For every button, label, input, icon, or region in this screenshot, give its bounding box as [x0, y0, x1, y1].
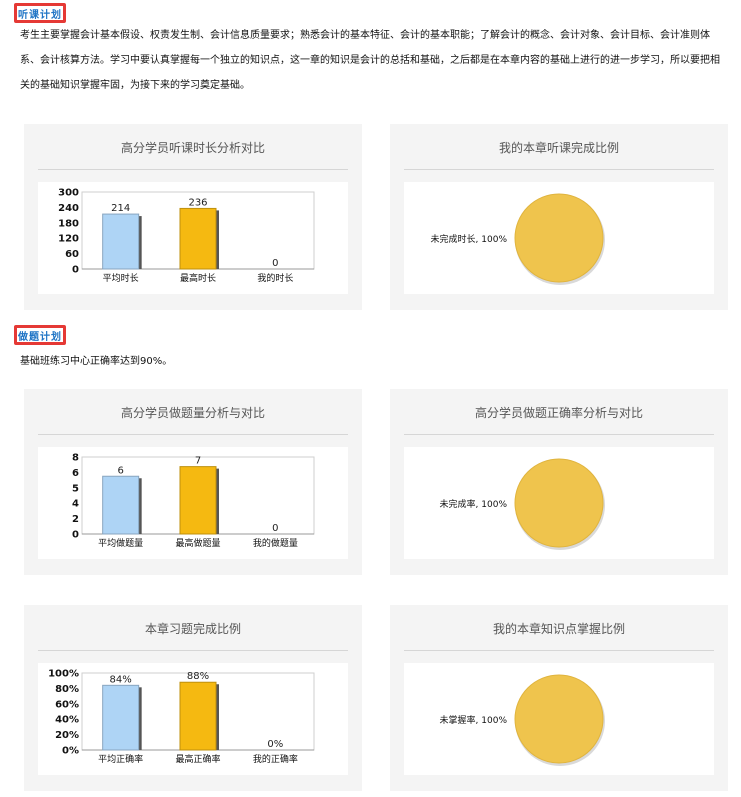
y-tick-label: 80%	[55, 684, 79, 695]
bar-chart-questions: 8 6 5 4 2 0 6 平均做题量 7 最高做题量 0 我的做题量	[72, 453, 315, 549]
data-label: 214	[111, 203, 130, 214]
panel-divider	[404, 434, 714, 435]
pie-label: 未完成率, 100%	[440, 498, 508, 510]
listen-plan-description: 考生主要掌握会计基本假设、权责发生制、会计信息质量要求；熟悉会计的基本特征、会计…	[20, 30, 720, 91]
panel-divider	[38, 434, 348, 435]
y-tick-label: 60	[65, 249, 79, 260]
y-tick-label: 6	[72, 468, 79, 479]
data-label: 236	[188, 197, 207, 208]
x-tick-label: 最高做题量	[175, 537, 220, 549]
panel-title: 高分学员听课时长分析对比	[120, 140, 265, 155]
practice-plan-tag: 做题计划	[14, 325, 66, 345]
y-tick-label: 0%	[62, 746, 79, 757]
x-tick-label: 平均时长	[103, 272, 139, 284]
bar	[179, 681, 217, 751]
x-tick-label: 我的做题量	[253, 537, 298, 549]
bar-chart-box: 300 240 180 120 60 0 214 平均时长 236 最高时长 0 我的时长	[38, 182, 348, 294]
x-tick-label: 最高正确率	[175, 753, 220, 765]
panel-exercise-completion: 本章习题完成比例 100% 80% 60% 40% 20% 0% 84% 平均正确率 88% 最高…	[24, 605, 362, 791]
y-tick-label: 120	[58, 234, 79, 245]
data-label: 0	[272, 523, 278, 534]
y-tick-label: 20%	[55, 730, 79, 741]
panel-title: 本章习题完成比例	[144, 621, 241, 636]
pie-slice	[514, 458, 604, 548]
panel-divider	[404, 650, 714, 651]
practice-plan-description: 基础班练习中心正确率达到90%。	[20, 356, 173, 367]
x-tick-label: 最高时长	[180, 272, 216, 284]
pie-label: 未完成时长, 100%	[431, 233, 508, 245]
y-tick-label: 180	[58, 218, 79, 229]
panel-listen-duration: 高分学员听课时长分析对比 300 240 180 120 60 0 214 平均时长 236 最高…	[24, 124, 362, 310]
panel-title: 我的本章知识点掌握比例	[492, 621, 625, 636]
panel-divider	[404, 169, 714, 170]
y-tick-label: 100%	[48, 669, 79, 680]
bar	[102, 213, 140, 270]
y-tick-label: 60%	[55, 699, 79, 710]
bar-chart-box: 100% 80% 60% 40% 20% 0% 84% 平均正确率 88% 最高正确率 0% 我的正确…	[38, 663, 348, 775]
data-label: 88%	[187, 671, 209, 682]
bar-chart-box: 8 6 5 4 2 0 6 平均做题量 7 最高做题量 0 我的做题量	[38, 447, 348, 559]
pie-chart-mastery: 未掌握率, 100%	[440, 674, 605, 766]
pie-label: 未掌握率, 100%	[440, 714, 508, 726]
bar	[102, 475, 140, 535]
y-tick-label: 8	[72, 453, 79, 464]
y-tick-label: 5	[72, 483, 79, 494]
panel-question-count: 高分学员做题量分析与对比 8 6 5 4 2 0 6 平均做题量 7 最高做题量 0 我的做题量	[24, 389, 362, 575]
pie-chart-box: 未完成率, 100%	[404, 447, 714, 559]
panel-listen-completion: 我的本章听课完成比例 未完成时长, 100%	[390, 124, 728, 310]
data-label: 84%	[110, 674, 132, 685]
panel-title: 高分学员做题正确率分析与对比	[474, 405, 643, 420]
x-tick-label: 我的正确率	[253, 753, 298, 765]
listen-plan-tag: 听课计划	[14, 3, 66, 23]
y-tick-label: 2	[72, 514, 79, 525]
bar	[102, 684, 140, 751]
pie-slice	[514, 193, 604, 283]
panel-title: 高分学员做题量分析与对比	[120, 405, 265, 420]
y-tick-label: 240	[58, 203, 79, 214]
data-label: 7	[195, 456, 201, 467]
pie-slice	[514, 674, 604, 764]
y-tick-label: 0	[72, 265, 79, 276]
panel-divider	[38, 650, 348, 651]
pie-chart-box: 未完成时长, 100%	[404, 182, 714, 294]
x-tick-label: 平均做题量	[98, 537, 143, 549]
pie-chart-accuracy: 未完成率, 100%	[440, 458, 605, 550]
panel-title: 我的本章听课完成比例	[498, 140, 619, 155]
panel-accuracy-compare: 高分学员做题正确率分析与对比 未完成率, 100%	[390, 389, 728, 575]
pie-chart-box: 未掌握率, 100%	[404, 663, 714, 775]
y-tick-label: 300	[58, 188, 79, 199]
bar-chart-listen: 300 240 180 120 60 0 214 平均时长 236 最高时长 0 我的时长	[58, 188, 315, 284]
y-tick-label: 40%	[55, 715, 79, 726]
data-label: 0%	[267, 739, 283, 750]
y-tick-label: 0	[72, 530, 79, 541]
x-tick-label: 我的时长	[257, 272, 293, 284]
panel-knowledge-mastery: 我的本章知识点掌握比例 未掌握率, 100%	[390, 605, 728, 791]
y-tick-label: 4	[72, 499, 79, 510]
x-tick-label: 平均正确率	[98, 753, 143, 765]
bar	[179, 466, 217, 535]
bar	[179, 207, 217, 270]
panel-divider	[38, 169, 348, 170]
bar-chart-accuracy: 100% 80% 60% 40% 20% 0% 84% 平均正确率 88% 最高正确率 0% 我的正确…	[48, 669, 315, 765]
data-label: 6	[117, 465, 123, 476]
data-label: 0	[272, 258, 278, 269]
pie-chart-listen: 未完成时长, 100%	[431, 193, 605, 285]
